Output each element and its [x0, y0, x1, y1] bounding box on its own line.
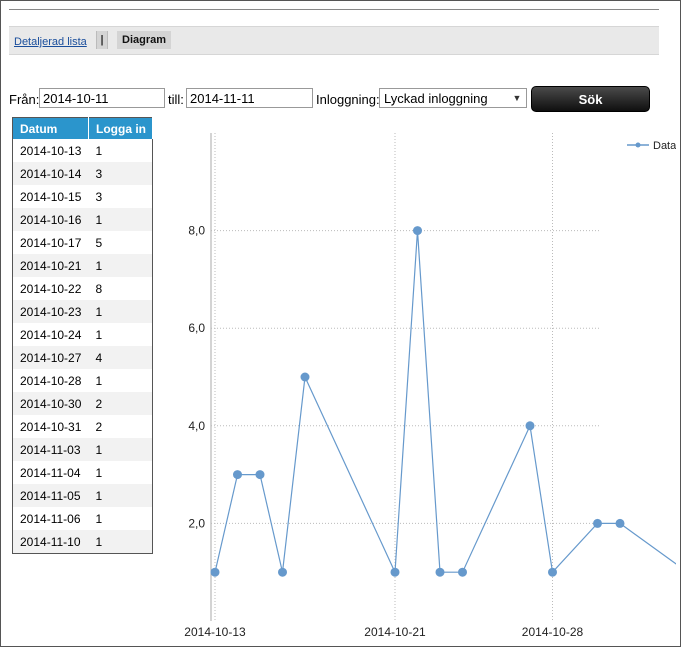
cell-date: 2014-11-10: [12, 530, 89, 554]
data-point: [525, 421, 535, 431]
view-tab-bar: Detaljerad lista | Diagram: [9, 26, 659, 55]
data-point: [548, 567, 557, 577]
table-row: 2014-11-06 1: [12, 507, 153, 530]
cell-login-count: 1: [88, 369, 153, 392]
table-row: 2014-10-14 3: [12, 162, 153, 185]
login-type-value: Lyckad inloggning: [384, 91, 488, 106]
legend-label: Data: [653, 140, 676, 152]
cell-date: 2014-10-31: [12, 415, 89, 438]
column-header-logins: Logga in: [88, 117, 153, 139]
cell-login-count: 3: [88, 162, 153, 185]
cell-date: 2014-10-17: [12, 231, 89, 254]
cell-date: 2014-10-23: [12, 300, 89, 323]
table-row: 2014-10-22 8: [12, 277, 153, 300]
top-divider: [9, 9, 659, 10]
data-point: [390, 567, 400, 577]
cell-date: 2014-11-03: [12, 438, 89, 461]
cell-login-count: 2: [88, 392, 153, 415]
cell-date: 2014-11-05: [12, 484, 89, 507]
cell-login-count: 1: [88, 254, 153, 277]
cell-login-count: 3: [88, 185, 153, 208]
tab-chart[interactable]: Diagram: [117, 31, 172, 49]
login-type-label: Inloggning:: [316, 92, 380, 107]
cell-date: 2014-10-30: [12, 392, 89, 415]
from-label: Från:: [9, 92, 40, 107]
data-point: [615, 518, 625, 528]
data-point: [233, 470, 242, 480]
series-line: [214, 230, 676, 574]
login-chart: 2,0 4,0 6,0 8,0 2014-10-13 2014-10-21 2014-10-…: [184, 133, 676, 639]
login-type-select[interactable]: Lyckad inloggning ▼: [379, 88, 527, 108]
table-row: 2014-10-17 5: [12, 231, 153, 254]
cell-date: 2014-10-24: [12, 323, 89, 346]
data-point: [413, 226, 422, 236]
to-date-input[interactable]: [186, 88, 313, 108]
y-tick-label: 6,0: [188, 321, 205, 335]
table-row: 2014-10-28 1: [12, 369, 153, 392]
cell-date: 2014-10-14: [12, 162, 89, 185]
table-row: 2014-11-03 1: [12, 438, 153, 461]
chevron-down-icon: ▼: [512, 93, 522, 103]
cell-date: 2014-10-27: [12, 346, 89, 369]
table-row: 2014-11-05 1: [12, 484, 153, 507]
legend-marker: [635, 142, 641, 148]
data-point: [435, 567, 445, 577]
cell-login-count: 1: [88, 300, 153, 323]
login-table: Datum Logga in 2014-10-13 1 2014-10-14 3 201…: [12, 117, 153, 554]
cell-date: 2014-11-04: [12, 461, 89, 484]
column-header-date: Datum: [12, 117, 89, 139]
table-row: 2014-10-23 1: [12, 300, 153, 323]
table-header-row: Datum Logga in: [12, 117, 153, 139]
table-row: 2014-10-30 2: [12, 392, 153, 415]
cell-login-count: 4: [88, 346, 153, 369]
x-tick-label: 2014-10-13: [184, 625, 246, 639]
table-row: 2014-11-10 1: [12, 530, 153, 554]
y-tick-label: 8,0: [188, 224, 205, 238]
cell-date: 2014-10-28: [12, 369, 89, 392]
cell-login-count: 1: [88, 438, 153, 461]
table-row: 2014-10-16 1: [12, 208, 153, 231]
table-row: 2014-10-13 1: [12, 139, 153, 162]
data-point: [255, 470, 265, 480]
cell-login-count: 1: [88, 530, 153, 554]
data-point: [300, 372, 310, 382]
table-row: 2014-10-31 2: [12, 415, 153, 438]
x-tick-label: 2014-10-21: [364, 625, 426, 639]
table-row: 2014-10-27 4: [12, 346, 153, 369]
table-row: 2014-10-21 1: [12, 254, 153, 277]
cell-date: 2014-10-22: [12, 277, 89, 300]
data-point: [278, 567, 287, 577]
y-tick-label: 2,0: [188, 516, 205, 530]
table-row: 2014-10-15 3: [12, 185, 153, 208]
table-row: 2014-11-04 1: [12, 461, 153, 484]
data-point: [593, 518, 602, 528]
to-label: till:: [168, 92, 184, 107]
cell-login-count: 1: [88, 208, 153, 231]
cell-date: 2014-10-15: [12, 185, 89, 208]
y-tick-label: 4,0: [188, 419, 205, 433]
data-point: [210, 567, 220, 577]
cell-date: 2014-10-13: [12, 139, 89, 162]
cell-login-count: 1: [88, 484, 153, 507]
cell-login-count: 1: [88, 461, 153, 484]
cell-login-count: 8: [88, 277, 153, 300]
data-point: [458, 567, 467, 577]
cell-login-count: 5: [88, 231, 153, 254]
from-date-input[interactable]: [39, 88, 165, 108]
search-button[interactable]: Sök: [531, 86, 650, 112]
x-tick-label: 2014-10-28: [522, 625, 584, 639]
cell-login-count: 1: [88, 139, 153, 162]
cell-login-count: 1: [88, 323, 153, 346]
cell-date: 2014-10-16: [12, 208, 89, 231]
tab-detail-list[interactable]: Detaljerad lista: [14, 36, 87, 48]
cell-date: 2014-11-06: [12, 507, 89, 530]
cell-date: 2014-10-21: [12, 254, 89, 277]
cell-login-count: 2: [88, 415, 153, 438]
cell-login-count: 1: [88, 507, 153, 530]
table-row: 2014-10-24 1: [12, 323, 153, 346]
tab-separator: |: [96, 31, 108, 49]
